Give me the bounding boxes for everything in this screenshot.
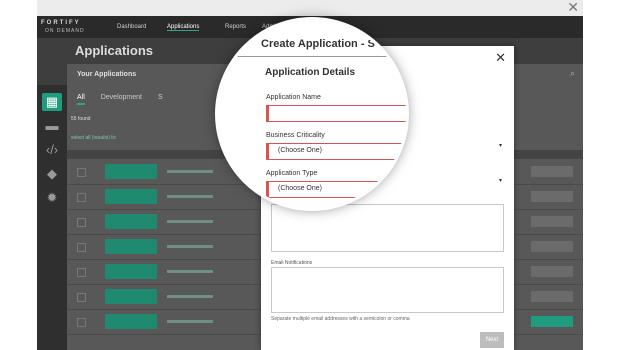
status-badge	[531, 316, 573, 327]
start-scan-button[interactable]	[105, 314, 157, 329]
application-name[interactable]	[167, 170, 213, 173]
status-badge	[531, 191, 573, 202]
status-badge	[531, 166, 573, 177]
window-chrome: ✕	[37, 0, 583, 17]
application-name[interactable]	[167, 245, 213, 248]
brand-logo-sub: ON DEMAND	[45, 28, 85, 34]
code-icon[interactable]: ‹/›	[42, 141, 62, 159]
row-checkbox[interactable]	[77, 218, 86, 227]
dialog-title: Create Application - S	[261, 38, 375, 50]
results-count: 55 found	[71, 116, 91, 122]
row-checkbox[interactable]	[77, 168, 86, 177]
status-badge	[531, 216, 573, 227]
start-scan-button[interactable]	[105, 214, 157, 229]
magnifier-lens: Create Application - S Application Detai…	[218, 20, 406, 208]
page-title: Applications	[75, 43, 154, 58]
settings-icon[interactable]: ✹	[42, 189, 62, 207]
filter-tabs: All Development S	[77, 94, 177, 105]
business-criticality-value: (Choose One)	[278, 147, 322, 154]
briefcase-icon[interactable]: ▬	[42, 117, 62, 135]
close-icon[interactable]: ✕	[495, 50, 506, 66]
application-name[interactable]	[167, 270, 213, 273]
chevron-down-icon[interactable]: ▾	[499, 142, 502, 149]
grid-icon[interactable]: ▦	[42, 93, 62, 111]
status-badge	[531, 241, 573, 252]
email-help-text: Separate multiple email addresses with a…	[271, 316, 410, 322]
row-checkbox[interactable]	[77, 318, 86, 327]
tab-development[interactable]: Development	[101, 94, 142, 101]
nav-applications[interactable]: Applications	[167, 24, 200, 31]
nav-dashboard[interactable]: Dashboard	[117, 24, 146, 30]
row-checkbox[interactable]	[77, 193, 86, 202]
start-scan-button[interactable]	[105, 189, 157, 204]
application-name[interactable]	[167, 320, 213, 323]
title-divider	[218, 56, 406, 57]
window-close-icon[interactable]: ✕	[567, 0, 579, 15]
application-name[interactable]	[167, 195, 213, 198]
business-criticality-label: Business Criticality	[266, 132, 325, 139]
brand-logo: FORTIFY	[41, 20, 81, 26]
status-badge	[531, 291, 573, 302]
business-criticality-select[interactable]: (Choose One)	[266, 143, 406, 160]
description-textarea[interactable]	[271, 204, 504, 252]
application-details-heading: Application Details	[265, 67, 356, 78]
row-checkbox[interactable]	[77, 243, 86, 252]
application-name-label: Application Name	[266, 94, 321, 101]
application-type-label: Application Type	[266, 170, 318, 177]
application-name[interactable]	[167, 220, 213, 223]
application-name-field[interactable]	[266, 105, 406, 122]
status-badge	[531, 266, 573, 277]
email-notifications-textarea[interactable]	[271, 267, 504, 313]
row-checkbox[interactable]	[77, 268, 86, 277]
start-scan-button[interactable]	[105, 239, 157, 254]
search-icon[interactable]: ⌕	[570, 68, 575, 79]
panel-header: Your Applications	[77, 71, 137, 78]
row-checkbox[interactable]	[77, 293, 86, 302]
chevron-down-icon[interactable]: ▾	[499, 177, 502, 184]
sidebar: ▦ ▬ ‹/› ◆ ✹	[37, 85, 67, 350]
start-scan-button[interactable]	[105, 164, 157, 179]
tab-all[interactable]: All	[77, 94, 85, 105]
start-scan-button[interactable]	[105, 289, 157, 304]
application-type-select[interactable]: (Choose One)	[266, 181, 406, 198]
shield-icon[interactable]: ◆	[42, 165, 62, 183]
application-type-value: (Choose One)	[278, 185, 322, 192]
application-name[interactable]	[167, 295, 213, 298]
tab-s[interactable]: S	[158, 94, 163, 101]
start-scan-button[interactable]	[105, 264, 157, 279]
select-all-link[interactable]: select all (results) lic	[71, 135, 116, 141]
next-button[interactable]: Next	[480, 332, 504, 348]
email-notifications-label: Email Notifications	[271, 260, 313, 266]
nav-reports[interactable]: Reports	[225, 24, 246, 30]
